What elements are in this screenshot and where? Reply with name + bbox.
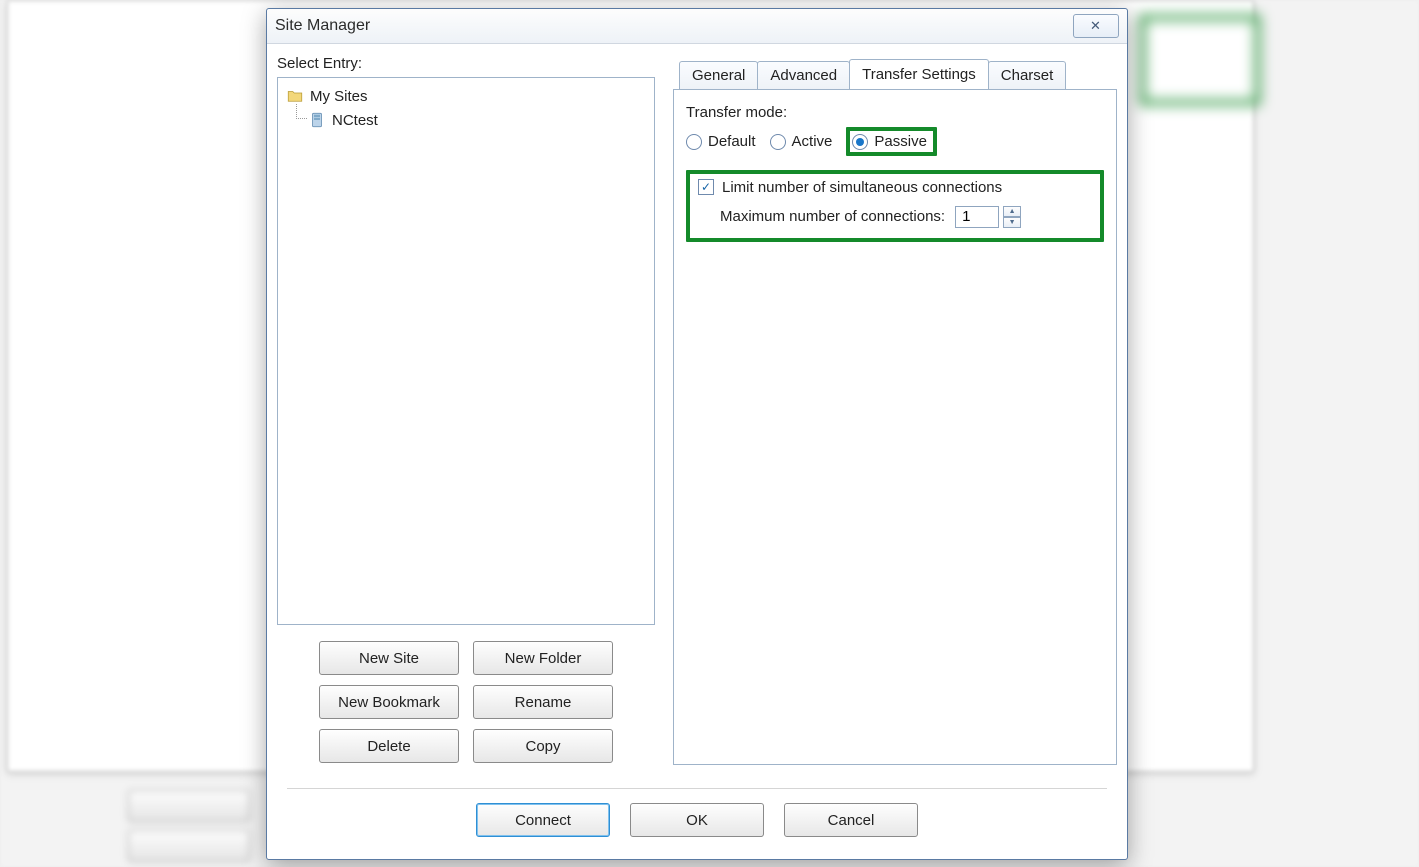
spin-up-button[interactable]: ▲ (1003, 206, 1021, 217)
max-connections-input[interactable] (955, 206, 999, 228)
tab-strip: General Advanced Transfer Settings Chars… (673, 59, 1117, 89)
highlight-limit-connections: Limit number of simultaneous connections… (686, 170, 1104, 242)
tree-item-label: NCtest (332, 112, 378, 129)
checkbox-limit-connections[interactable]: Limit number of simultaneous connections (698, 179, 1002, 196)
new-site-button[interactable]: New Site (319, 641, 459, 675)
radio-icon (770, 134, 786, 150)
radio-default-label: Default (708, 133, 756, 150)
tabs-container: General Advanced Transfer Settings Chars… (673, 59, 1117, 769)
new-folder-button[interactable]: New Folder (473, 641, 613, 675)
max-connections-row: Maximum number of connections: ▲ ▼ (720, 206, 1092, 228)
radio-active-label: Active (792, 133, 833, 150)
transfer-mode-radios: Default Active Passive (686, 127, 1104, 156)
transfer-settings-panel: Transfer mode: Default Active Passive (673, 89, 1117, 765)
highlight-passive: Passive (846, 127, 937, 156)
tree-root-label: My Sites (310, 88, 368, 105)
checkbox-limit-label: Limit number of simultaneous connections (722, 179, 1002, 196)
new-bookmark-button[interactable]: New Bookmark (319, 685, 459, 719)
tab-transfer-settings[interactable]: Transfer Settings (849, 59, 989, 89)
site-tree[interactable]: My Sites NCtest (277, 77, 655, 625)
max-connections-label: Maximum number of connections: (720, 208, 945, 225)
radio-passive-label: Passive (874, 133, 927, 150)
copy-button[interactable]: Copy (473, 729, 613, 763)
transfer-mode-label: Transfer mode: (686, 104, 1104, 121)
tree-item-nctest[interactable]: NCtest (282, 108, 650, 132)
dialog-footer: Connect OK Cancel (287, 788, 1107, 837)
radio-icon (686, 134, 702, 150)
title-bar: Site Manager ✕ (267, 9, 1127, 44)
connect-button[interactable]: Connect (476, 803, 610, 837)
cancel-button[interactable]: Cancel (784, 803, 918, 837)
close-icon: ✕ (1090, 18, 1102, 34)
spin-down-button[interactable]: ▼ (1003, 217, 1021, 228)
footer-divider (287, 788, 1107, 789)
folder-icon (286, 87, 304, 105)
radio-passive[interactable]: Passive (852, 133, 927, 150)
spinner: ▲ ▼ (1003, 206, 1021, 228)
tree-root-my-sites[interactable]: My Sites (282, 84, 650, 108)
checkbox-icon (698, 179, 714, 195)
entry-buttons: New Site New Folder New Bookmark Rename … (319, 641, 613, 763)
tab-charset[interactable]: Charset (988, 61, 1067, 90)
ok-button[interactable]: OK (630, 803, 764, 837)
radio-default[interactable]: Default (686, 133, 756, 150)
delete-button[interactable]: Delete (319, 729, 459, 763)
server-icon (308, 111, 326, 129)
radio-icon (852, 134, 868, 150)
tab-general[interactable]: General (679, 61, 758, 90)
dialog-title: Site Manager (275, 17, 370, 35)
tab-advanced[interactable]: Advanced (757, 61, 850, 90)
rename-button[interactable]: Rename (473, 685, 613, 719)
radio-active[interactable]: Active (770, 133, 833, 150)
site-manager-dialog: Site Manager ✕ Select Entry: My Sites NC… (266, 8, 1128, 860)
close-button[interactable]: ✕ (1073, 14, 1119, 38)
